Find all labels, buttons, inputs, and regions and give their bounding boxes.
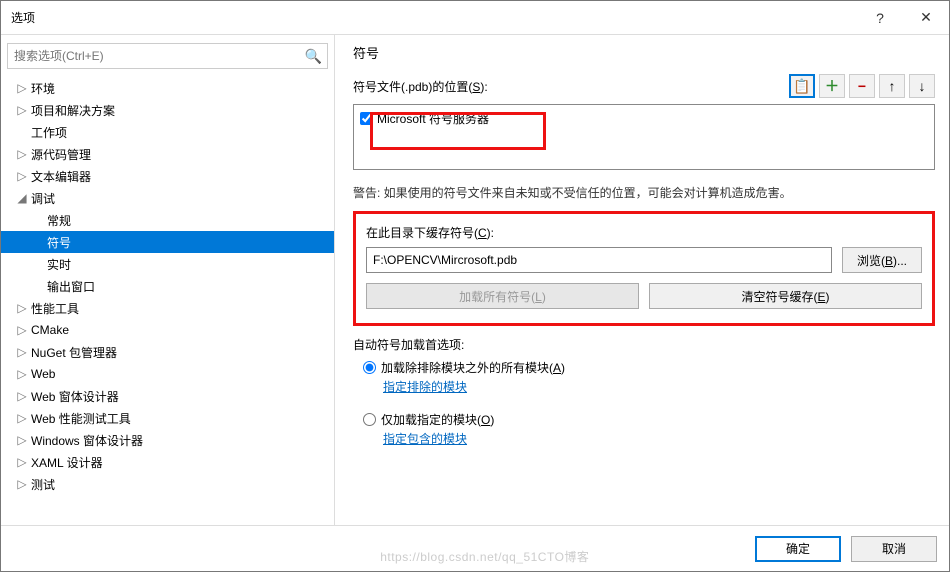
browse-button[interactable]: 浏览(B)...: [842, 247, 922, 273]
tree-item[interactable]: ▷环境: [1, 77, 334, 99]
tree-item-label: 符号: [47, 234, 71, 251]
tree-item[interactable]: ▷文本编辑器: [1, 165, 334, 187]
chevron-right-icon[interactable]: ▷: [15, 81, 29, 95]
tree-item[interactable]: ▷XAML 设计器: [1, 451, 334, 473]
tree-item[interactable]: ▷Web 性能测试工具: [1, 407, 334, 429]
titlebar: 选项 ? ✕: [1, 1, 949, 35]
remove-icon[interactable]: −: [849, 74, 875, 98]
tree-item-label: 实时: [47, 256, 71, 273]
chevron-right-icon[interactable]: ▷: [15, 367, 29, 381]
checkbox-input[interactable]: [360, 112, 373, 125]
tree-item-label: 性能工具: [31, 300, 79, 317]
sidebar: 🔍 ▷环境▷项目和解决方案工作项▷源代码管理▷文本编辑器◢调试常规符号实时输出窗…: [1, 35, 335, 525]
auto-load-heading: 自动符号加载首选项:: [353, 336, 935, 353]
window-title: 选项: [11, 9, 857, 26]
radio-only-specified[interactable]: 仅加载指定的模块(O): [363, 411, 935, 428]
chevron-right-icon[interactable]: ▷: [15, 345, 29, 359]
tree-item-label: 输出窗口: [47, 278, 95, 295]
load-all-symbols-button[interactable]: 加载所有符号(L): [366, 283, 639, 309]
add-icon[interactable]: ＋: [819, 74, 845, 98]
tree-item[interactable]: ▷性能工具: [1, 297, 334, 319]
chevron-right-icon[interactable]: ▷: [15, 433, 29, 447]
tree-item-label: XAML 设计器: [31, 454, 103, 471]
clear-symbol-cache-button[interactable]: 清空符号缓存(E): [649, 283, 922, 309]
chevron-right-icon[interactable]: ▷: [15, 477, 29, 491]
tree-item-label: CMake: [31, 323, 69, 337]
tree-item-label: 调试: [31, 190, 55, 207]
tree-item[interactable]: 符号: [1, 231, 334, 253]
tree-item[interactable]: 输出窗口: [1, 275, 334, 297]
tree-item-label: Windows 窗体设计器: [31, 432, 143, 449]
chevron-right-icon[interactable]: ▷: [15, 147, 29, 161]
tree-item[interactable]: ▷Web: [1, 363, 334, 385]
tree-item-label: 工作项: [31, 124, 67, 141]
pdb-location-label: 符号文件(.pdb)的位置(S):: [353, 78, 488, 95]
tree-item-label: 文本编辑器: [31, 168, 91, 185]
tree-item[interactable]: 常规: [1, 209, 334, 231]
tree-item-label: Web 窗体设计器: [31, 388, 119, 405]
tree-item[interactable]: ▷Web 窗体设计器: [1, 385, 334, 407]
main-panel: 符号 符号文件(.pdb)的位置(S): 📋 ＋ − ↑ ↓ Microsoft…: [335, 35, 949, 525]
cache-dir-input[interactable]: [366, 247, 832, 273]
tree-item-label: 源代码管理: [31, 146, 91, 163]
tree-item[interactable]: ◢调试: [1, 187, 334, 209]
dialog-footer: https://blog.csdn.net/qq_51CTO博客 确定 取消: [1, 525, 949, 571]
ok-button[interactable]: 确定: [755, 536, 841, 562]
tree-item[interactable]: 实时: [1, 253, 334, 275]
tree-item-label: 常规: [47, 212, 71, 229]
chevron-right-icon[interactable]: ▷: [15, 301, 29, 315]
help-icon[interactable]: ?: [857, 1, 903, 35]
chevron-right-icon[interactable]: ▷: [15, 389, 29, 403]
watermark-text: https://blog.csdn.net/qq_51CTO博客: [380, 548, 589, 565]
tree-item-label: NuGet 包管理器: [31, 344, 117, 361]
cache-dir-label: 在此目录下缓存符号(C):: [366, 224, 922, 241]
cancel-button[interactable]: 取消: [851, 536, 937, 562]
close-icon[interactable]: ✕: [903, 1, 949, 35]
tree-item[interactable]: ▷测试: [1, 473, 334, 495]
pdb-toolbar: 📋 ＋ − ↑ ↓: [789, 74, 935, 98]
move-up-icon[interactable]: ↑: [879, 74, 905, 98]
warning-text: 警告: 如果使用的符号文件来自未知或不受信任的位置，可能会对计算机造成危害。: [353, 184, 935, 201]
tree-item-label: Web: [31, 367, 55, 381]
search-icon[interactable]: 🔍: [305, 48, 322, 65]
tree-item[interactable]: ▷CMake: [1, 319, 334, 341]
new-entry-icon[interactable]: 📋: [789, 74, 815, 98]
search-input[interactable]: [7, 43, 328, 69]
tree-item[interactable]: ▷Windows 窗体设计器: [1, 429, 334, 451]
radio-all-except-excluded[interactable]: 加载除排除模块之外的所有模块(A): [363, 359, 935, 376]
specify-excluded-link[interactable]: 指定排除的模块: [383, 378, 467, 395]
tree-item-label: 测试: [31, 476, 55, 493]
chevron-right-icon[interactable]: ▷: [15, 103, 29, 117]
page-title: 符号: [353, 43, 935, 62]
cache-section: 在此目录下缓存符号(C): 浏览(B)... 加载所有符号(L) 清空符号缓存(…: [353, 211, 935, 326]
chevron-right-icon[interactable]: ▷: [15, 323, 29, 337]
tree-item[interactable]: 工作项: [1, 121, 334, 143]
specify-included-link[interactable]: 指定包含的模块: [383, 430, 467, 447]
tree-item-label: Web 性能测试工具: [31, 410, 131, 427]
ms-symbol-server-checkbox[interactable]: Microsoft 符号服务器: [360, 110, 928, 127]
tree-item-label: 环境: [31, 80, 55, 97]
chevron-right-icon[interactable]: ▷: [15, 455, 29, 469]
options-tree[interactable]: ▷环境▷项目和解决方案工作项▷源代码管理▷文本编辑器◢调试常规符号实时输出窗口▷…: [1, 77, 334, 525]
chevron-down-icon[interactable]: ◢: [15, 191, 29, 205]
tree-item[interactable]: ▷NuGet 包管理器: [1, 341, 334, 363]
move-down-icon[interactable]: ↓: [909, 74, 935, 98]
tree-item[interactable]: ▷项目和解决方案: [1, 99, 334, 121]
tree-item-label: 项目和解决方案: [31, 102, 115, 119]
tree-item[interactable]: ▷源代码管理: [1, 143, 334, 165]
chevron-right-icon[interactable]: ▷: [15, 169, 29, 183]
chevron-right-icon[interactable]: ▷: [15, 411, 29, 425]
symbol-servers-list[interactable]: Microsoft 符号服务器: [353, 104, 935, 170]
